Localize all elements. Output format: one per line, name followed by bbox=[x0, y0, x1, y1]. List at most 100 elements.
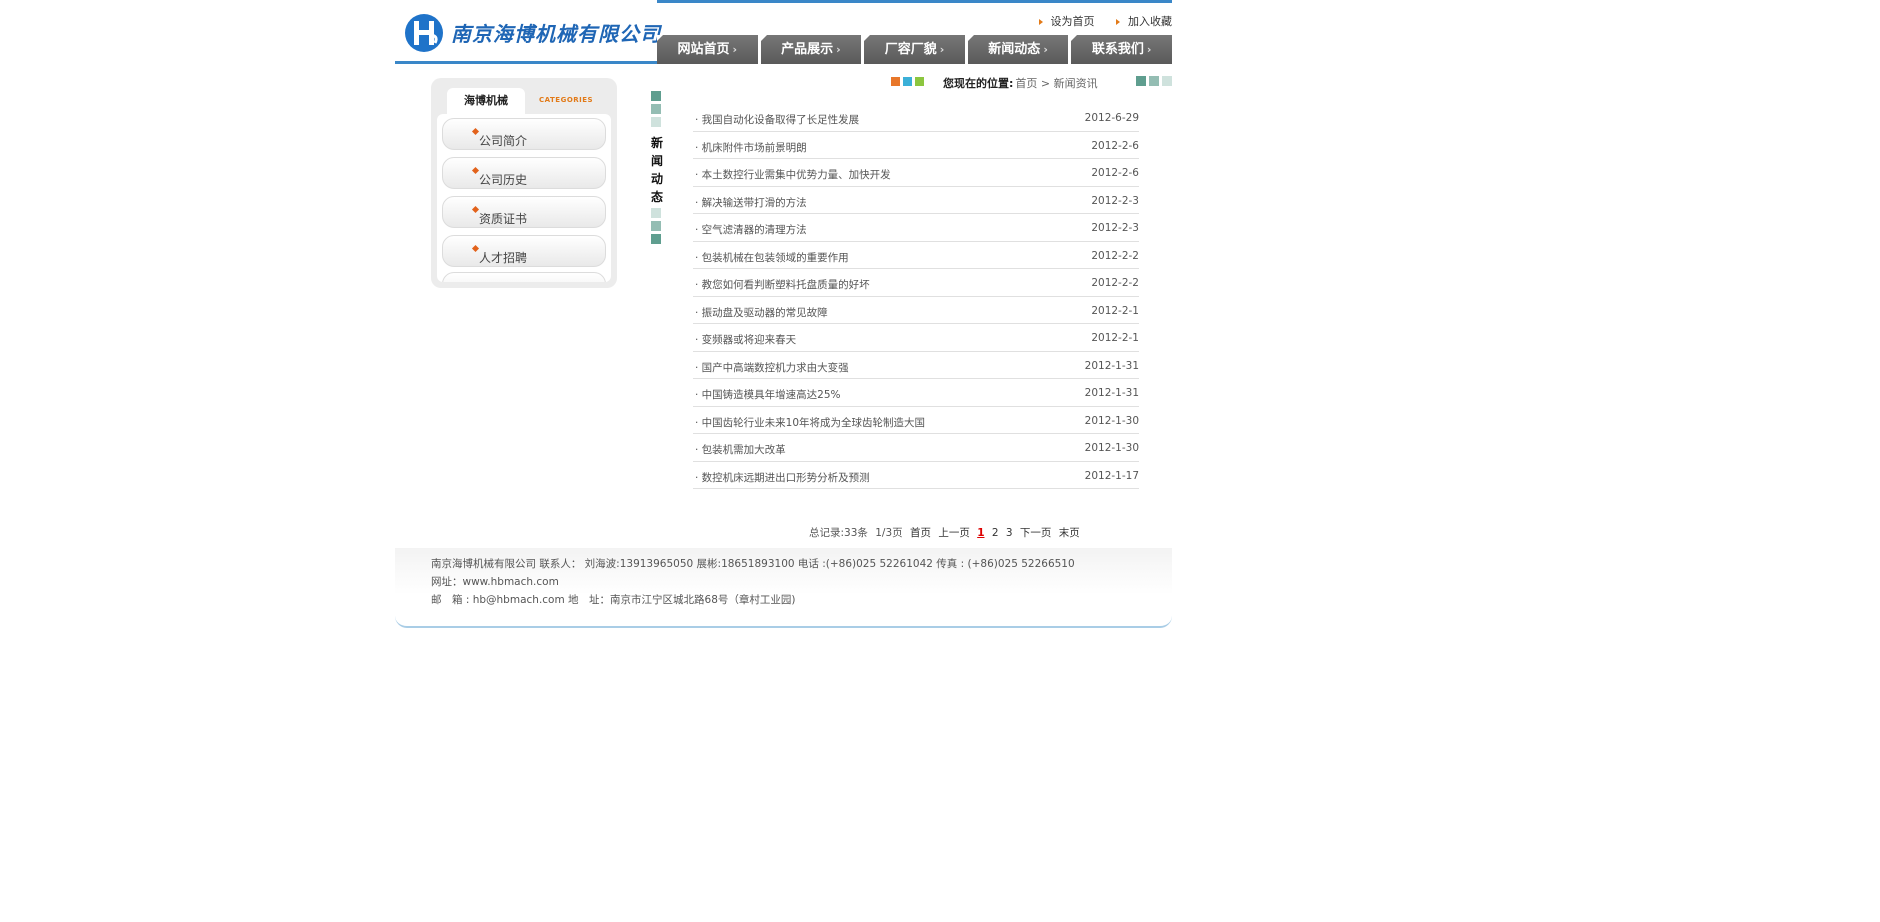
decor-square bbox=[903, 77, 912, 86]
news-title-link[interactable]: · 包装机需加大改革 bbox=[695, 442, 786, 457]
pager-next[interactable]: 下一页 bbox=[1020, 527, 1052, 539]
list-item: · 振动盘及驱动器的常见故障 2012-2-1 bbox=[693, 297, 1139, 324]
decor-square bbox=[651, 91, 661, 101]
diamond-bullet-icon bbox=[471, 166, 480, 175]
news-title-link[interactable]: · 中国齿轮行业未来10年将成为全球齿轮制造大国 bbox=[695, 415, 925, 430]
pager-first[interactable]: 首页 bbox=[910, 527, 931, 539]
news-date: 2012-2-6 bbox=[1091, 139, 1139, 152]
news-title-link[interactable]: · 数控机床远期进出口形势分析及预测 bbox=[695, 470, 870, 485]
footer-address: 邮 箱 : hb@hbmach.com 地 址：南京市江宁区城北路68号（章村工… bbox=[431, 594, 796, 606]
news-date: 2012-1-17 bbox=[1084, 469, 1139, 482]
news-date: 2012-2-1 bbox=[1091, 332, 1139, 344]
set-homepage-link[interactable]: 设为首页 bbox=[1038, 15, 1095, 28]
sidebar-menu: 公司简介 公司历史 资质证书 人才招聘 bbox=[437, 114, 611, 282]
nav-news[interactable]: 新闻动态 › bbox=[967, 35, 1069, 64]
decor-square bbox=[1136, 76, 1146, 86]
list-item: · 中国铸造模具年增速高达25% 2012-1-31 bbox=[693, 379, 1139, 407]
list-item: · 中国齿轮行业未来10年将成为全球齿轮制造大国 2012-1-30 bbox=[693, 407, 1139, 434]
page: 南京海博机械有限公司 设为首页 加入收藏 网站首页 › 产品展示 › 厂容厂貌 › 新… bbox=[395, 0, 1172, 640]
list-item: · 国产中高端数控机力求由大变强 2012-1-31 bbox=[693, 352, 1139, 379]
decor-square bbox=[1162, 76, 1172, 86]
news-date: 2012-2-1 bbox=[1091, 304, 1139, 317]
news-title-link[interactable]: · 国产中高端数控机力求由大变强 bbox=[695, 360, 849, 375]
chevron-right-icon: › bbox=[1146, 43, 1152, 56]
news-title-link[interactable]: · 本土数控行业需集中优势力量、加快开发 bbox=[695, 167, 891, 182]
news-date: 2012-2-6 bbox=[1091, 167, 1139, 179]
list-item: · 本土数控行业需集中优势力量、加快开发 2012-2-6 bbox=[693, 159, 1139, 187]
chevron-right-icon: › bbox=[939, 43, 945, 56]
sidebar-categories-label: CATEGORIES bbox=[539, 96, 594, 104]
arrow-icon bbox=[1116, 19, 1120, 25]
news-title-link[interactable]: · 中国铸造模具年增速高达25% bbox=[695, 387, 841, 402]
arrow-icon bbox=[1038, 19, 1043, 25]
pager-page-2[interactable]: 2 bbox=[992, 527, 999, 539]
footer-contact: 南京海博机械有限公司 联系人： 刘海波:13913965050 展彬:18651… bbox=[431, 558, 1075, 570]
news-title-link[interactable]: · 解决输送带打滑的方法 bbox=[695, 195, 807, 210]
news-date: 2012-1-30 bbox=[1084, 414, 1139, 427]
pager-pages: 1/3页 bbox=[875, 527, 903, 539]
pager-page-3[interactable]: 3 bbox=[1006, 527, 1013, 539]
pagination: 总记录:33条 1/3页 首页 上一页 1 2 3 下一页 末页 bbox=[809, 525, 1084, 540]
news-date: 2012-2-3 bbox=[1091, 194, 1139, 207]
chevron-right-icon: › bbox=[732, 43, 738, 56]
quick-links: 设为首页 加入收藏 bbox=[1021, 13, 1172, 29]
sidebar-item-more[interactable] bbox=[442, 272, 606, 282]
nav-home[interactable]: 网站首页 › bbox=[657, 35, 758, 64]
decor-square bbox=[891, 77, 900, 86]
news-title-link[interactable]: · 振动盘及驱动器的常见故障 bbox=[695, 305, 828, 320]
news-title-link[interactable]: · 机床附件市场前景明朗 bbox=[695, 140, 807, 155]
news-date: 2012-1-31 bbox=[1084, 359, 1139, 372]
list-item: · 包装机械在包装领域的重要作用 2012-2-2 bbox=[693, 242, 1139, 269]
list-item: · 空气滤清器的清理方法 2012-2-3 bbox=[693, 214, 1139, 242]
news-date: 2012-6-29 bbox=[1084, 112, 1139, 124]
diamond-bullet-icon bbox=[471, 205, 480, 214]
pager-last[interactable]: 末页 bbox=[1059, 527, 1080, 539]
decor-square bbox=[651, 234, 661, 244]
sidebar-item-recruitment[interactable]: 人才招聘 bbox=[442, 235, 606, 267]
pager-current-page: 1 bbox=[977, 527, 985, 539]
news-title-link[interactable]: · 空气滤清器的清理方法 bbox=[695, 222, 807, 237]
list-item: · 我国自动化设备取得了长足性发展 2012-6-29 bbox=[693, 104, 1139, 132]
news-date: 2012-2-3 bbox=[1091, 222, 1139, 234]
decor-square bbox=[651, 208, 661, 218]
pager-prev[interactable]: 上一页 bbox=[938, 527, 970, 539]
chevron-right-icon: › bbox=[1043, 43, 1048, 56]
news-title-link[interactable]: · 变频器或将迎来春天 bbox=[695, 332, 796, 347]
news-title-link[interactable]: · 我国自动化设备取得了长足性发展 bbox=[695, 112, 859, 127]
section-title: 新 闻 动 态 bbox=[651, 136, 664, 204]
add-favorite-link[interactable]: 加入收藏 bbox=[1116, 15, 1172, 28]
breadcrumb: 您现在的位置: 首页 > 新闻资讯 bbox=[943, 77, 1098, 90]
list-item: · 数控机床远期进出口形势分析及预测 2012-1-17 bbox=[693, 462, 1139, 489]
news-date: 2012-1-31 bbox=[1084, 387, 1139, 399]
news-title-link[interactable]: · 教您如何看判断塑料托盘质量的好坏 bbox=[695, 277, 870, 292]
decor-square bbox=[915, 77, 924, 86]
list-item: · 机床附件市场前景明朗 2012-2-6 bbox=[693, 132, 1139, 159]
diamond-bullet-icon bbox=[471, 244, 480, 253]
list-item: · 教您如何看判断塑料托盘质量的好坏 2012-2-2 bbox=[693, 269, 1139, 297]
news-list: · 我国自动化设备取得了长足性发展 2012-6-29 · 机床附件市场前景明朗 2… bbox=[693, 104, 1139, 489]
logo[interactable]: 南京海博机械有限公司 bbox=[395, 0, 660, 64]
list-item: · 变频器或将迎来春天 2012-2-1 bbox=[693, 324, 1139, 352]
sidebar-tab[interactable]: 海博机械 bbox=[447, 88, 525, 114]
nav-contact[interactable]: 联系我们 › bbox=[1071, 35, 1172, 64]
chevron-right-icon: › bbox=[836, 43, 841, 56]
nav-products[interactable]: 产品展示 › bbox=[760, 35, 862, 64]
footer: 南京海博机械有限公司 联系人： 刘海波:13913965050 展彬:18651… bbox=[395, 548, 1172, 628]
decor-square bbox=[651, 221, 661, 231]
company-logo-icon bbox=[405, 14, 443, 52]
decor-square bbox=[651, 117, 661, 127]
main-nav: 网站首页 › 产品展示 › 厂容厂貌 › 新闻动态 › 联系我们 › bbox=[657, 35, 1172, 64]
company-name: 南京海博机械有限公司 bbox=[451, 22, 661, 46]
nav-factory[interactable]: 厂容厂貌 › bbox=[864, 35, 965, 64]
sidebar-item-certificates[interactable]: 资质证书 bbox=[442, 196, 606, 228]
news-title-link[interactable]: · 包装机械在包装领域的重要作用 bbox=[695, 250, 849, 265]
news-date: 2012-1-30 bbox=[1084, 442, 1139, 454]
decor-square bbox=[651, 104, 661, 114]
footer-website: 网址：www.hbmach.com bbox=[431, 576, 559, 588]
sidebar-item-company-intro[interactable]: 公司简介 bbox=[442, 118, 606, 150]
news-date: 2012-2-2 bbox=[1091, 249, 1139, 262]
sidebar-item-company-history[interactable]: 公司历史 bbox=[442, 157, 606, 189]
news-date: 2012-2-2 bbox=[1091, 277, 1139, 289]
pager-total: 总记录:33条 bbox=[809, 527, 868, 539]
diamond-bullet-icon bbox=[471, 127, 480, 136]
